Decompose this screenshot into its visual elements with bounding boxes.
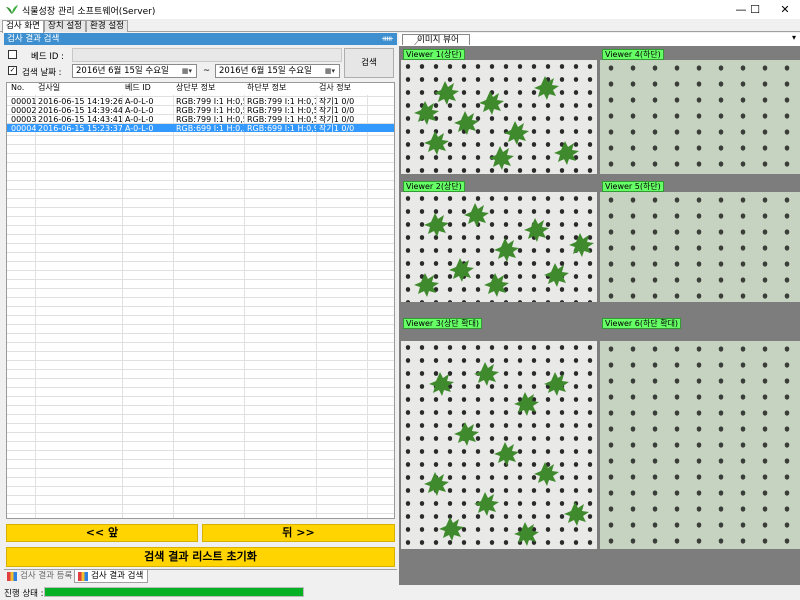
- viewer-4[interactable]: Viewer 4(하단): [598, 46, 800, 177]
- viewer-5[interactable]: Viewer 5(하단): [598, 178, 800, 314]
- palette-icon: [78, 572, 88, 581]
- column-header[interactable]: 하단부 정보: [247, 83, 286, 93]
- date-separator: ~: [203, 66, 211, 76]
- date-label: 검색 날짜 :: [22, 68, 62, 78]
- plant-image-bottom: [600, 192, 800, 302]
- search-button[interactable]: 검색: [344, 48, 394, 78]
- calendar-dropdown-icon[interactable]: ▦▾: [322, 66, 338, 76]
- prev-button[interactable]: << 앞: [6, 524, 198, 542]
- viewer-label: Viewer 2(상단): [403, 181, 465, 192]
- viewer-6[interactable]: Viewer 6(하단 확대): [598, 315, 800, 585]
- close-button[interactable]: ✕: [770, 0, 800, 19]
- title-bar: 식물성장 관리 소프트웨어(Server) — ☐ ✕: [0, 0, 800, 19]
- viewer-label: Viewer 3(상단 확대): [403, 318, 483, 329]
- date-to-value: 2016년 6월 15일 수요일: [219, 66, 312, 76]
- main-tabbar: 검사 화면 장치 설정 환경 설정: [0, 19, 800, 33]
- results-table[interactable]: No. 검사일 베드 ID 상단부 정보 하단부 정보 검사 정보 00001 …: [6, 82, 395, 519]
- column-header[interactable]: 상단부 정보: [176, 83, 215, 93]
- bed-id-checkbox[interactable]: [8, 50, 17, 59]
- window-title: 식물성장 관리 소프트웨어(Server): [22, 7, 156, 17]
- bottom-tabbar: 검사 결과 등록 검사 결과 검색: [4, 569, 397, 583]
- viewer-3[interactable]: Viewer 3(상단 확대): [399, 315, 597, 585]
- progress-fill: [45, 588, 303, 596]
- bed-id-input[interactable]: [72, 48, 342, 62]
- date-checkbox[interactable]: ✓: [8, 66, 17, 75]
- tab-inspection-screen[interactable]: 검사 화면: [2, 20, 44, 33]
- image-viewer-panel: 이미지 뷰어 ▾ Viewer 1(상단) Viewer 4(하단) Viewe…: [399, 33, 800, 585]
- bed-id-label: 베드 ID :: [31, 52, 64, 62]
- tab-device-settings[interactable]: 장치 설정: [44, 20, 86, 32]
- viewer-label: Viewer 1(상단): [403, 49, 465, 60]
- date-to-picker[interactable]: 2016년 6월 15일 수요일 ▦▾: [215, 64, 340, 78]
- palette-icon: [7, 572, 17, 581]
- viewer-2[interactable]: Viewer 2(상단): [399, 178, 597, 314]
- column-header[interactable]: No.: [11, 83, 24, 93]
- search-panel-title: 검사 결과 검색: [7, 34, 60, 44]
- status-bar: 진행 상태 :: [0, 585, 800, 600]
- date-from-picker[interactable]: 2016년 6월 15일 수요일 ▦▾: [72, 64, 197, 78]
- progress-bar: [44, 587, 304, 597]
- plant-image-top-zoom: [401, 341, 597, 549]
- progress-label: 진행 상태 :: [4, 589, 44, 599]
- table-row-selected[interactable]: 00004 2016-06-15 15:23:37,... A-0-L-0 RG…: [7, 124, 394, 133]
- table-row[interactable]: 00003 2016-06-15 14:43:41,... A-0-L-0 RG…: [7, 115, 394, 124]
- plant-image-top: [401, 60, 597, 174]
- date-from-value: 2016년 6월 15일 수요일: [76, 66, 169, 76]
- chevron-down-icon[interactable]: ▾: [792, 33, 796, 42]
- viewer-label: Viewer 5(하단): [602, 181, 664, 192]
- tab-environment-settings[interactable]: 환경 설정: [86, 20, 128, 32]
- next-button[interactable]: 뒤 >>: [202, 524, 395, 542]
- table-row[interactable]: 00002 2016-06-15 14:39:44,... A-0-L-0 RG…: [7, 106, 394, 115]
- viewer-grid: Viewer 1(상단) Viewer 4(하단) Viewer 2(상단) V…: [399, 46, 800, 585]
- plant-image-bottom-zoom: [600, 341, 800, 549]
- pin-icon[interactable]: ᚔ: [382, 33, 393, 45]
- reset-list-button[interactable]: 검색 결과 리스트 초기화: [6, 547, 395, 567]
- plant-image-top: [401, 192, 597, 302]
- table-header: No. 검사일 베드 ID 상단부 정보 하단부 정보 검사 정보: [7, 83, 394, 95]
- viewer-1[interactable]: Viewer 1(상단): [399, 46, 597, 177]
- tab-register-results[interactable]: 검사 결과 등록: [4, 570, 76, 583]
- search-panel-header: 검사 결과 검색 ᚔ: [4, 33, 397, 45]
- tab-search-results[interactable]: 검사 결과 검색: [74, 570, 149, 583]
- viewer-label: Viewer 4(하단): [602, 49, 664, 60]
- column-header[interactable]: 베드 ID: [125, 83, 151, 93]
- column-header[interactable]: 검사일: [38, 83, 60, 93]
- plant-image-bottom: [600, 60, 800, 174]
- maximize-button[interactable]: ☐: [740, 0, 770, 19]
- table-row[interactable]: 00001 2016-06-15 14:19:26,... A-0-L-0 RG…: [7, 97, 394, 106]
- image-viewer-tab[interactable]: 이미지 뷰어: [402, 34, 470, 45]
- plant-icon: [6, 5, 18, 14]
- calendar-dropdown-icon[interactable]: ▦▾: [179, 66, 195, 76]
- viewer-label: Viewer 6(하단 확대): [602, 318, 682, 329]
- search-panel: 검사 결과 검색 ᚔ 베드 ID : ✓ 검색 날짜 : 2016년 6월 15…: [4, 33, 397, 585]
- column-header[interactable]: 검사 정보: [319, 83, 351, 93]
